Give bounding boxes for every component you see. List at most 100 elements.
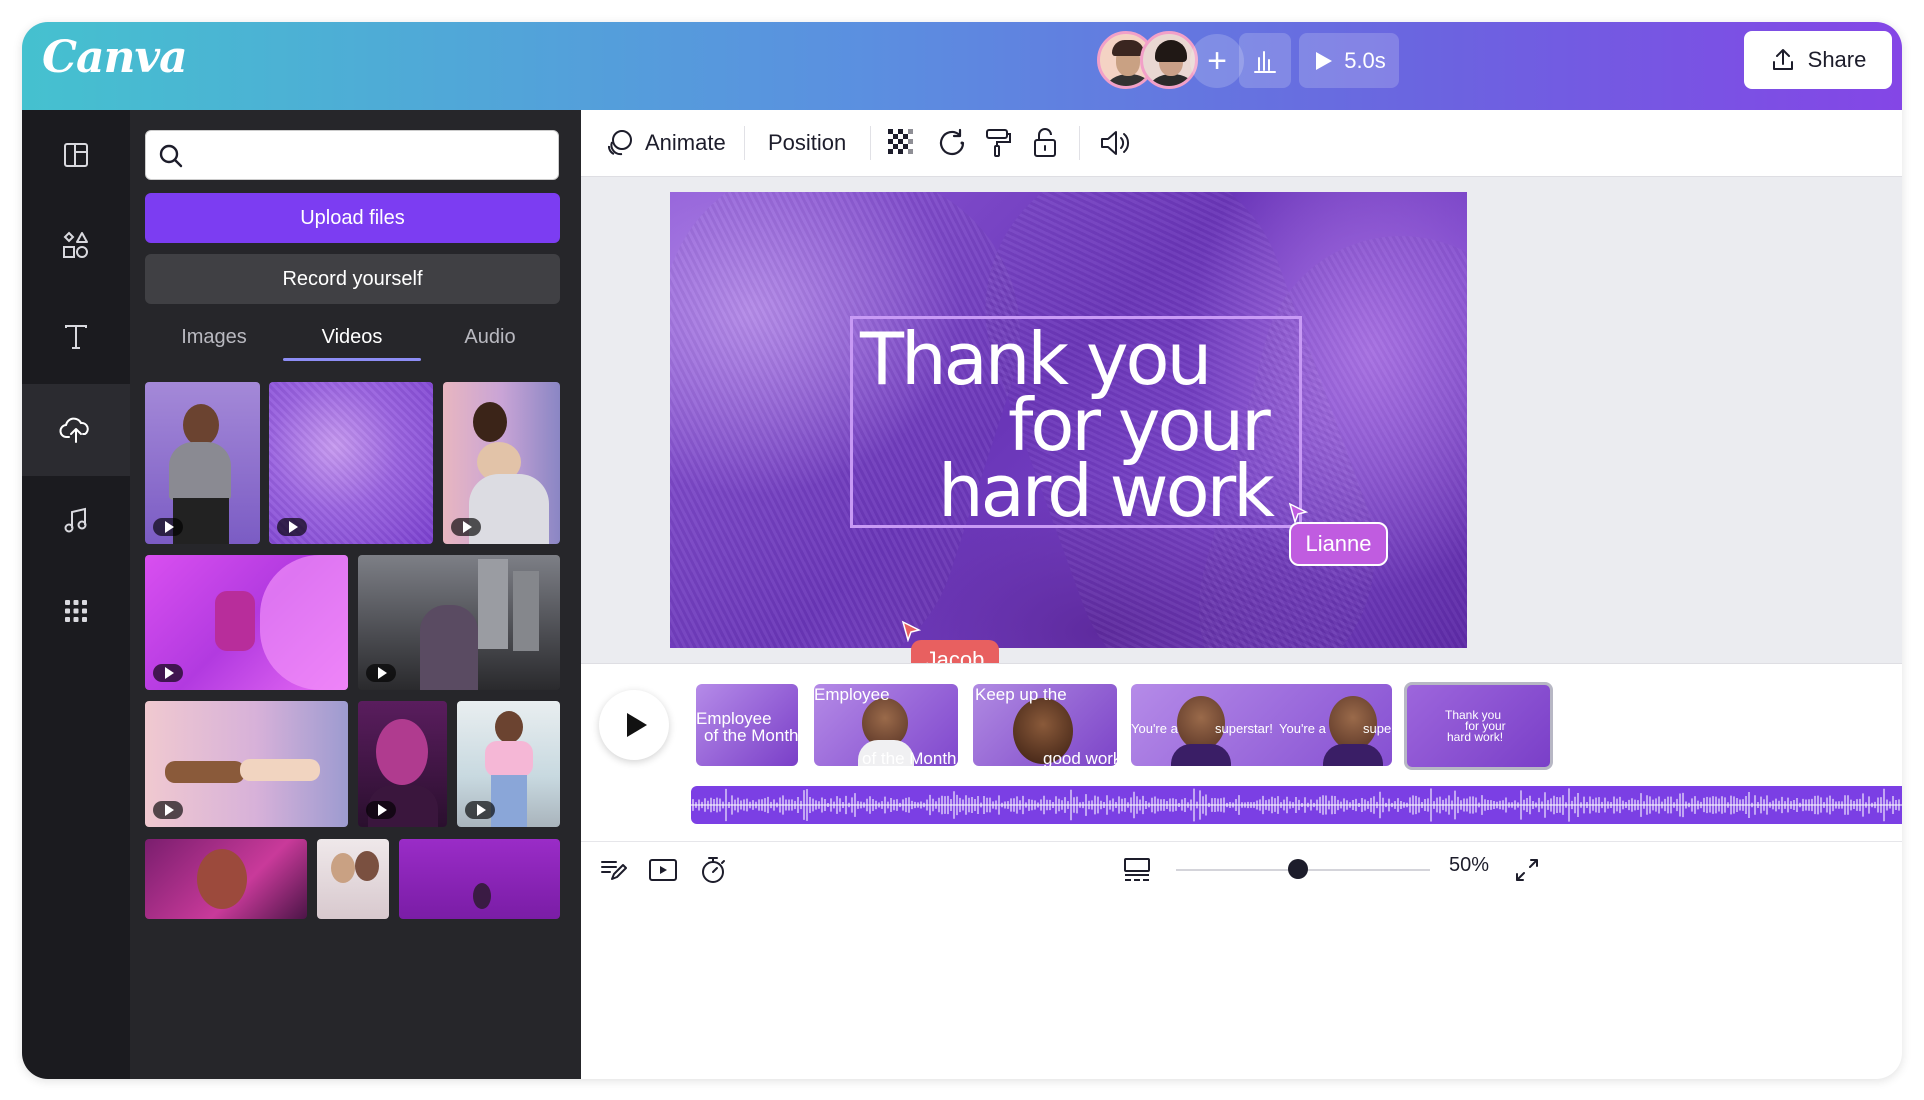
uploads-panel: Upload files Record yourself Images Vide… xyxy=(130,110,581,1079)
zoom-percentage[interactable]: 50% xyxy=(1449,854,1489,877)
copy-style-button[interactable] xyxy=(984,110,1012,176)
grid-view-button[interactable] xyxy=(1121,854,1153,886)
insights-button[interactable] xyxy=(1239,33,1291,88)
video-thumbnail[interactable] xyxy=(443,382,560,544)
layout-icon xyxy=(64,143,88,167)
upload-files-button[interactable]: Upload files xyxy=(145,193,560,243)
toolbar-divider xyxy=(870,126,871,160)
search-box[interactable] xyxy=(145,130,559,181)
bottom-bar: 50% xyxy=(581,841,1902,1079)
share-button[interactable]: Share xyxy=(1744,31,1892,89)
rotate-refresh-icon xyxy=(939,128,965,156)
clip-text: You're a xyxy=(1131,721,1178,736)
video-thumbnail[interactable] xyxy=(358,555,560,690)
record-yourself-button[interactable]: Record yourself xyxy=(145,254,560,304)
paint-roller-icon xyxy=(986,129,1011,157)
video-thumbnail[interactable] xyxy=(317,839,389,919)
plus-icon: + xyxy=(1207,41,1227,80)
clip-text: Employee xyxy=(814,685,890,704)
animate-label: Animate xyxy=(645,130,726,155)
add-collaborator-button[interactable]: + xyxy=(1190,34,1244,88)
rail-apps[interactable] xyxy=(22,566,130,656)
timeline-clip-selected[interactable]: Thank you for your hard work! xyxy=(1404,682,1553,770)
grid-icon xyxy=(65,600,87,622)
stopwatch-icon xyxy=(702,857,725,883)
timeline-play-button[interactable] xyxy=(599,690,669,760)
clip-text: super xyxy=(1363,721,1392,736)
video-badge-icon xyxy=(153,801,183,819)
video-thumbnail[interactable] xyxy=(269,382,433,544)
audio-track[interactable] xyxy=(691,786,1902,824)
bar-chart-icon xyxy=(1254,50,1276,73)
unlock-icon xyxy=(1034,128,1056,157)
clip-text: You're a xyxy=(1279,721,1326,736)
video-thumbnail[interactable] xyxy=(145,701,348,827)
speaker-icon xyxy=(1101,131,1130,155)
slide-canvas[interactable]: Thank you for your hard work xyxy=(670,192,1467,648)
video-badge-icon xyxy=(153,518,183,536)
share-upload-icon xyxy=(1772,49,1793,70)
video-thumbnail[interactable] xyxy=(145,555,348,690)
notes-button[interactable] xyxy=(597,854,629,886)
video-badge-icon xyxy=(465,801,495,819)
video-thumbnail[interactable] xyxy=(457,701,560,827)
notes-pen-icon xyxy=(601,861,627,880)
timeline: Employee of the Month Employee of the Mo… xyxy=(581,663,1902,842)
timer-button[interactable] xyxy=(697,854,729,886)
rail-text[interactable] xyxy=(22,292,130,382)
clip-text: of the Month xyxy=(704,726,798,745)
animate-button[interactable]: Animate xyxy=(605,110,726,176)
video-thumbnail[interactable] xyxy=(399,839,560,919)
play-icon xyxy=(1316,51,1333,70)
fullscreen-button[interactable] xyxy=(1511,854,1543,886)
share-label: Share xyxy=(1807,47,1867,72)
rail-elements[interactable] xyxy=(22,200,130,290)
timeline-clip[interactable]: Keep up the good work! xyxy=(973,684,1117,766)
canva-editor-window: Canva + 5.0s Share Upload files Record y… xyxy=(22,22,1902,1079)
top-bar: Canva + 5.0s Share xyxy=(22,22,1902,110)
clip-text: superstar! xyxy=(1215,721,1273,736)
expand-arrows-icon xyxy=(1516,859,1538,881)
clip-text: Employee xyxy=(696,709,772,728)
video-badge-icon xyxy=(451,518,481,536)
animate-icon xyxy=(608,130,632,156)
video-badge-icon xyxy=(366,801,396,819)
waveform-icon xyxy=(691,788,1902,822)
text-selection-box[interactable] xyxy=(850,316,1302,528)
video-badge-icon xyxy=(277,518,307,536)
search-input[interactable] xyxy=(194,131,548,181)
present-mode-button[interactable] xyxy=(647,854,679,886)
timeline-clip[interactable]: Employee of the Month xyxy=(814,684,958,766)
position-button[interactable]: Position xyxy=(768,110,846,176)
collaborator-cursor-label: Lianne xyxy=(1289,522,1388,566)
shapes-icon xyxy=(63,231,88,258)
video-thumbnail[interactable] xyxy=(145,839,307,919)
clip-text: hard work! xyxy=(1447,730,1504,744)
toolbar-divider xyxy=(744,126,745,160)
clip-text: of the Month xyxy=(862,749,957,766)
video-thumbnail[interactable] xyxy=(358,701,447,827)
canva-logo[interactable]: Canva xyxy=(42,32,188,83)
volume-button[interactable] xyxy=(1099,110,1131,176)
rail-uploads[interactable] xyxy=(22,384,130,476)
timeline-clip[interactable]: You're a superstar! You're a super xyxy=(1131,684,1392,766)
page-grid-icon xyxy=(1124,858,1150,881)
video-badge-icon xyxy=(366,664,396,682)
tab-audio[interactable]: Audio xyxy=(421,315,559,359)
tab-videos[interactable]: Videos xyxy=(283,315,421,359)
cloud-upload-icon xyxy=(59,417,89,443)
lock-button[interactable] xyxy=(1032,110,1058,176)
clip-text: good work! xyxy=(1043,749,1117,766)
music-note-icon xyxy=(64,507,87,533)
rail-audio[interactable] xyxy=(22,476,130,566)
rail-design[interactable] xyxy=(22,110,130,200)
transparency-button[interactable] xyxy=(888,110,916,176)
timeline-clip[interactable]: Employee of the Month xyxy=(696,684,798,766)
transparency-checker-icon xyxy=(888,129,913,154)
tab-images[interactable]: Images xyxy=(145,315,283,359)
position-label: Position xyxy=(768,130,847,155)
rotate-button[interactable] xyxy=(936,110,968,176)
present-button[interactable]: 5.0s xyxy=(1299,33,1399,88)
video-thumbnail[interactable] xyxy=(145,382,260,544)
zoom-slider-handle[interactable] xyxy=(1288,859,1308,879)
